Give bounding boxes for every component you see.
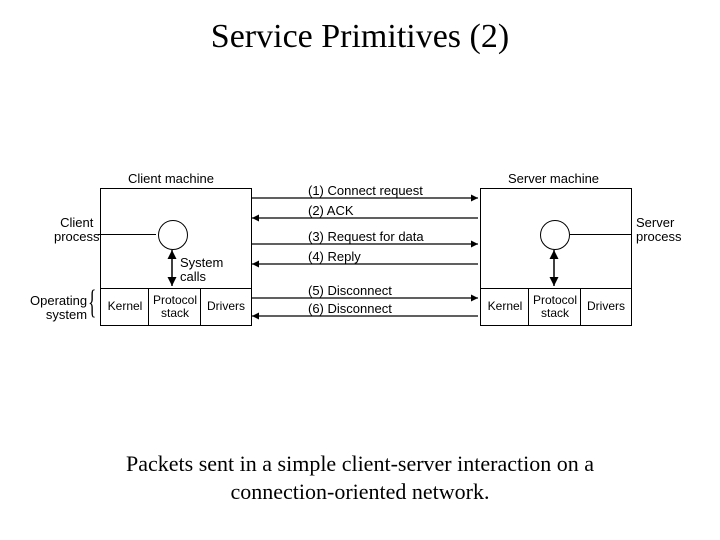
client-machine-label: Client machine — [128, 172, 214, 186]
caption-line2: connection-oriented network. — [0, 478, 720, 506]
msg-4: (4) Reply — [308, 250, 361, 264]
caption-line1: Packets sent in a simple client-server i… — [0, 450, 720, 478]
msg-3: (3) Request for data — [308, 230, 424, 244]
msg-6: (6) Disconnect — [308, 302, 392, 316]
caption: Packets sent in a simple client-server i… — [0, 450, 720, 505]
message-arrows — [60, 188, 670, 348]
msg-1: (1) Connect request — [308, 184, 423, 198]
server-machine-label: Server machine — [508, 172, 599, 186]
msg-5: (5) Disconnect — [308, 284, 392, 298]
msg-2: (2) ACK — [308, 204, 354, 218]
page-title: Service Primitives (2) — [0, 0, 720, 56]
diagram: Client machine Client process Kernel Pro… — [60, 188, 670, 348]
